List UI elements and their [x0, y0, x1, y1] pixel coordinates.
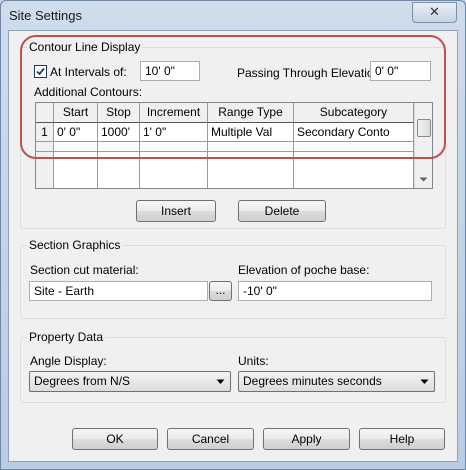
units-label: Units:	[238, 354, 269, 368]
empty-cell[interactable]	[54, 142, 98, 152]
apply-button[interactable]: Apply	[263, 428, 350, 450]
units-value: Degrees minutes seconds	[243, 374, 382, 388]
cell-range-type[interactable]: Multiple Val	[208, 123, 294, 142]
section-cut-material-label: Section cut material:	[30, 263, 139, 277]
chevron-down-icon	[216, 379, 225, 384]
column-header-stop[interactable]: Stop	[98, 103, 140, 123]
ok-button[interactable]: OK	[72, 428, 158, 450]
scrollbar-thumb[interactable]	[417, 119, 431, 137]
empty-cell[interactable]	[140, 152, 208, 188]
at-intervals-label: At Intervals of:	[50, 65, 127, 79]
empty-cell[interactable]	[208, 142, 294, 152]
cell-start[interactable]: 0' 0"	[54, 123, 98, 142]
property-data-group: Property Data	[20, 330, 446, 403]
section-cut-material-field[interactable]: Site - Earth	[29, 281, 208, 301]
grid-vertical-scrollbar[interactable]	[414, 103, 432, 188]
scroll-down-arrow-icon[interactable]	[419, 177, 428, 183]
empty-row-header[interactable]	[36, 142, 54, 152]
window-title: Site Settings	[9, 8, 82, 23]
passing-elevation-input[interactable]: 0' 0"	[370, 61, 431, 81]
insert-button[interactable]: Insert	[136, 200, 216, 222]
poche-base-label: Elevation of poche base:	[238, 263, 370, 277]
chevron-down-icon	[420, 379, 429, 384]
column-header-subcategory[interactable]: Subcategory	[294, 103, 414, 123]
grid-corner-cell	[36, 103, 54, 123]
contour-group-title: Contour Line Display	[27, 40, 143, 54]
at-intervals-checkbox[interactable]	[34, 65, 47, 78]
cell-subcategory[interactable]: Secondary Conto	[294, 123, 414, 142]
angle-display-dropdown[interactable]: Degrees from N/S	[29, 371, 231, 392]
cancel-button[interactable]: Cancel	[167, 428, 254, 450]
close-icon: ✕	[429, 4, 440, 19]
empty-cell[interactable]	[140, 142, 208, 152]
empty-cell[interactable]	[294, 142, 414, 152]
cell-stop[interactable]: 1000'	[98, 123, 140, 142]
angle-display-label: Angle Display:	[30, 354, 107, 368]
row-number[interactable]: 1	[36, 123, 54, 142]
checkmark-icon	[36, 67, 45, 76]
column-header-increment[interactable]: Increment	[140, 103, 208, 123]
additional-contours-label: Additional Contours:	[34, 85, 143, 99]
passing-through-label: Passing Through Elevation:	[237, 66, 384, 80]
contours-grid[interactable]: Start Stop Increment Range Type Subcateg…	[35, 102, 433, 189]
empty-cell[interactable]	[208, 152, 294, 188]
empty-cell[interactable]	[54, 152, 98, 188]
title-bar[interactable]: Site Settings ✕	[1, 1, 465, 31]
section-group-title: Section Graphics	[27, 238, 123, 252]
help-button[interactable]: Help	[359, 428, 445, 450]
close-button[interactable]: ✕	[412, 2, 457, 23]
interval-input[interactable]: 10' 0"	[140, 61, 200, 81]
browse-material-button[interactable]: ...	[209, 281, 232, 301]
column-header-range-type[interactable]: Range Type	[208, 103, 294, 123]
units-dropdown[interactable]: Degrees minutes seconds	[238, 371, 435, 392]
empty-cell[interactable]	[98, 152, 140, 188]
cell-increment[interactable]: 1' 0"	[140, 123, 208, 142]
column-header-start[interactable]: Start	[54, 103, 98, 123]
poche-base-input[interactable]: -10' 0"	[238, 281, 432, 301]
empty-cell[interactable]	[98, 142, 140, 152]
angle-display-value: Degrees from N/S	[34, 374, 131, 388]
empty-cell[interactable]	[294, 152, 414, 188]
empty-row-header[interactable]	[36, 152, 54, 188]
property-group-title: Property Data	[27, 330, 106, 344]
delete-button[interactable]: Delete	[238, 200, 326, 222]
